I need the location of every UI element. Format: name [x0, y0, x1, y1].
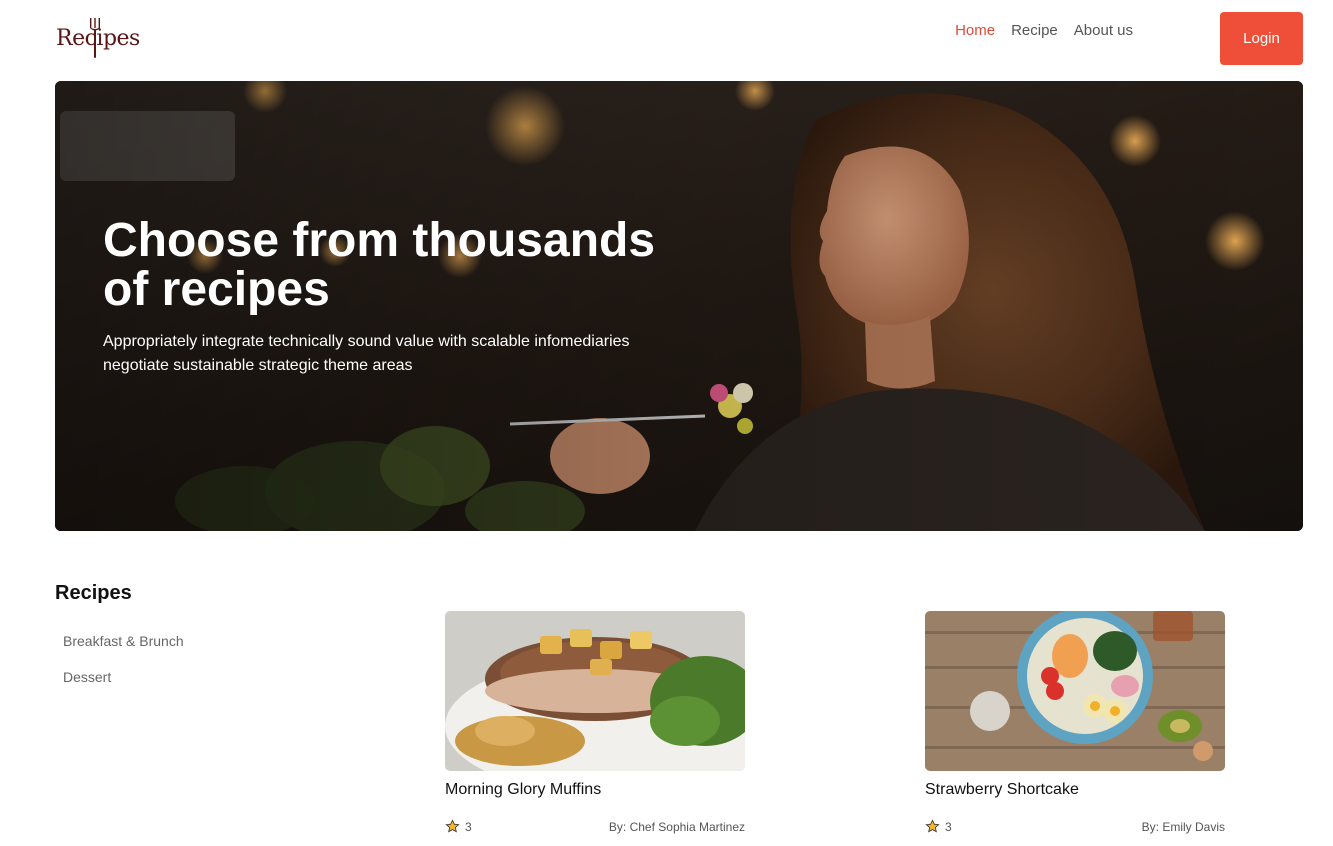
category-breakfast-brunch[interactable]: Breakfast & Brunch	[63, 633, 184, 649]
login-button[interactable]: Login	[1220, 12, 1303, 65]
recipe-rating: 3	[925, 819, 952, 834]
hero-banner: Choose from thousands of recipes Appropr…	[55, 81, 1303, 531]
nav-recipe-link[interactable]: Recipe	[1011, 22, 1058, 39]
recipe-title[interactable]: Morning Glory Muffins	[445, 781, 601, 799]
hero-subtitle: Appropriately integrate technically soun…	[103, 333, 630, 374]
nav-about-link[interactable]: About us	[1074, 22, 1133, 39]
rating-value: 3	[945, 819, 952, 834]
recipe-author: By: Chef Sophia Martinez	[608, 820, 745, 834]
category-dessert[interactable]: Dessert	[63, 669, 111, 685]
star-icon	[925, 819, 940, 833]
recipe-card[interactable]: Strawberry Shortcake 3 By: Emily Davis	[925, 611, 1225, 841]
rating-value: 3	[465, 819, 472, 834]
hero-title: Choose from thousands of recipes	[103, 214, 656, 316]
fork-icon	[90, 18, 100, 58]
recipe-rating: 3	[445, 819, 472, 834]
recipe-author: By: Emily Davis	[1141, 820, 1225, 834]
recipe-title[interactable]: Strawberry Shortcake	[925, 781, 1079, 799]
brand-logo[interactable]: Recipes	[56, 16, 140, 60]
recipes-heading: Recipes	[55, 582, 132, 604]
star-icon	[445, 819, 460, 833]
recipe-card[interactable]: Morning Glory Muffins 3 By: Chef Sophia …	[445, 611, 745, 841]
recipe-image	[925, 611, 1225, 771]
main-nav: Home Recipe About us	[955, 22, 1133, 39]
nav-home-link[interactable]: Home	[955, 22, 995, 39]
recipe-image	[445, 611, 745, 771]
